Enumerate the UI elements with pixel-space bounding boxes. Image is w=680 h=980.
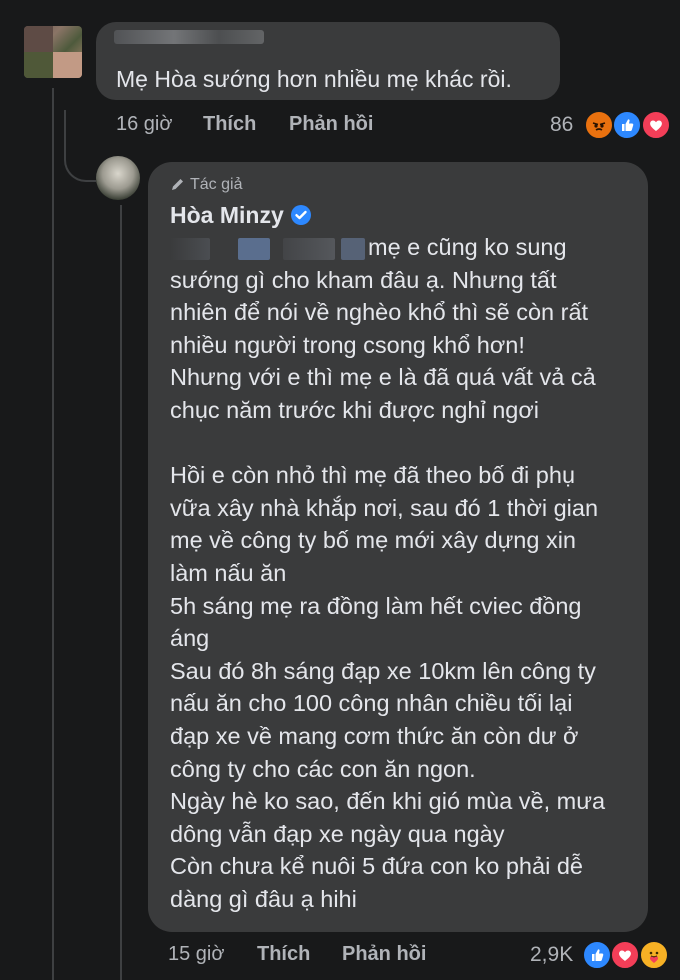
commenter-avatar[interactable] xyxy=(24,26,82,78)
reply-line: 5h sáng mẹ ra đồng làm hết cviec đồng xyxy=(170,592,582,619)
pen-icon xyxy=(172,179,183,190)
author-badge: Tác giả xyxy=(170,176,242,194)
reply-line: công ty cho các con ăn ngon. xyxy=(170,755,476,782)
reply-line xyxy=(170,427,640,460)
reply-line: Sau đó 8h sáng đạp xe 10km lên công ty xyxy=(170,657,596,684)
reply-line: nấu ăn cho 100 công nhân chiều tối lại xyxy=(170,690,573,717)
love-icon xyxy=(640,110,671,140)
reply-line: đạp xe về mang cơm thức ăn còn dư ở xyxy=(170,722,579,749)
reply-line: dàng gì đâu ạ hihi xyxy=(170,885,357,912)
reply-text: mẹ e cũng ko sung sướng gì cho kham đâu … xyxy=(170,231,640,915)
like-icon xyxy=(612,110,643,140)
reply-reaction-summary[interactable]: 2,9K xyxy=(530,940,669,970)
reply-line: Ngày hè ko sao, đến khi gió mùa về, mưa xyxy=(170,788,606,815)
comment-bubble: Mẹ Hòa sướng hơn nhiều mẹ khác rồi. xyxy=(96,22,560,100)
reaction-summary[interactable]: 86 xyxy=(550,110,671,140)
reply-line: mẹ về công ty bố mẹ mới xây dựng xin xyxy=(170,527,577,554)
like-button[interactable]: Thích xyxy=(203,113,256,135)
author-avatar[interactable] xyxy=(96,156,140,200)
thread-connector xyxy=(64,110,96,182)
reply-time[interactable]: 15 giờ xyxy=(168,943,224,966)
reply-line: mẹ e cũng ko sung xyxy=(368,234,567,260)
thread-line xyxy=(52,88,54,980)
reply-line: nhiều người trong csong khổ hơn! xyxy=(170,331,525,358)
reply-line: Còn chưa kể nuôi 5 đứa con ko phải dễ xyxy=(170,853,583,880)
reply-reaction-count: 2,9K xyxy=(530,943,574,966)
reply-line: vữa xây nhà khắp nơi, sau đó 1 thời gian xyxy=(170,494,599,521)
reply-line: áng xyxy=(170,625,210,652)
comment-text: Mẹ Hòa sướng hơn nhiều mẹ khác rồi. xyxy=(116,66,512,92)
love-icon xyxy=(610,940,641,970)
verified-badge-icon xyxy=(290,204,312,232)
reply-button[interactable]: Phản hồi xyxy=(289,113,373,135)
author-name[interactable]: Hòa Minzy xyxy=(170,202,312,232)
angry-icon xyxy=(583,110,614,140)
author-name-label[interactable]: Hòa Minzy xyxy=(170,202,284,228)
reply-line: làm nấu ăn xyxy=(170,559,287,586)
reaction-count: 86 xyxy=(550,113,574,136)
like-icon xyxy=(581,940,612,970)
reply-line: nhiên để nói về nghèo khổ thì sẽ còn rất xyxy=(170,299,589,326)
reply-bubble: Tác giả Hòa Minzy mẹ e cũng ko sung sướn… xyxy=(148,162,648,932)
reply-thread-line xyxy=(120,205,122,980)
reply-line: chục năm trước khi được nghỉ ngơi xyxy=(170,396,539,423)
reply-line: sướng gì cho kham đâu ạ. Nhưng tất xyxy=(170,266,557,293)
comment-time[interactable]: 16 giờ xyxy=(116,113,172,136)
author-badge-label: Tác giả xyxy=(190,176,243,193)
reply-line: Nhưng với e thì mẹ e là đã quá vất vả cả xyxy=(170,364,596,391)
care-icon xyxy=(638,940,669,970)
reply-line: Hồi e còn nhỏ thì mẹ đã theo bố đi phụ xyxy=(170,462,576,489)
reply-line: dông vẫn đạp xe ngày qua ngày xyxy=(170,820,505,847)
blurred-commenter-name xyxy=(114,30,264,44)
reply-reply-button[interactable]: Phản hồi xyxy=(342,943,426,965)
reply-like-button[interactable]: Thích xyxy=(257,943,310,965)
